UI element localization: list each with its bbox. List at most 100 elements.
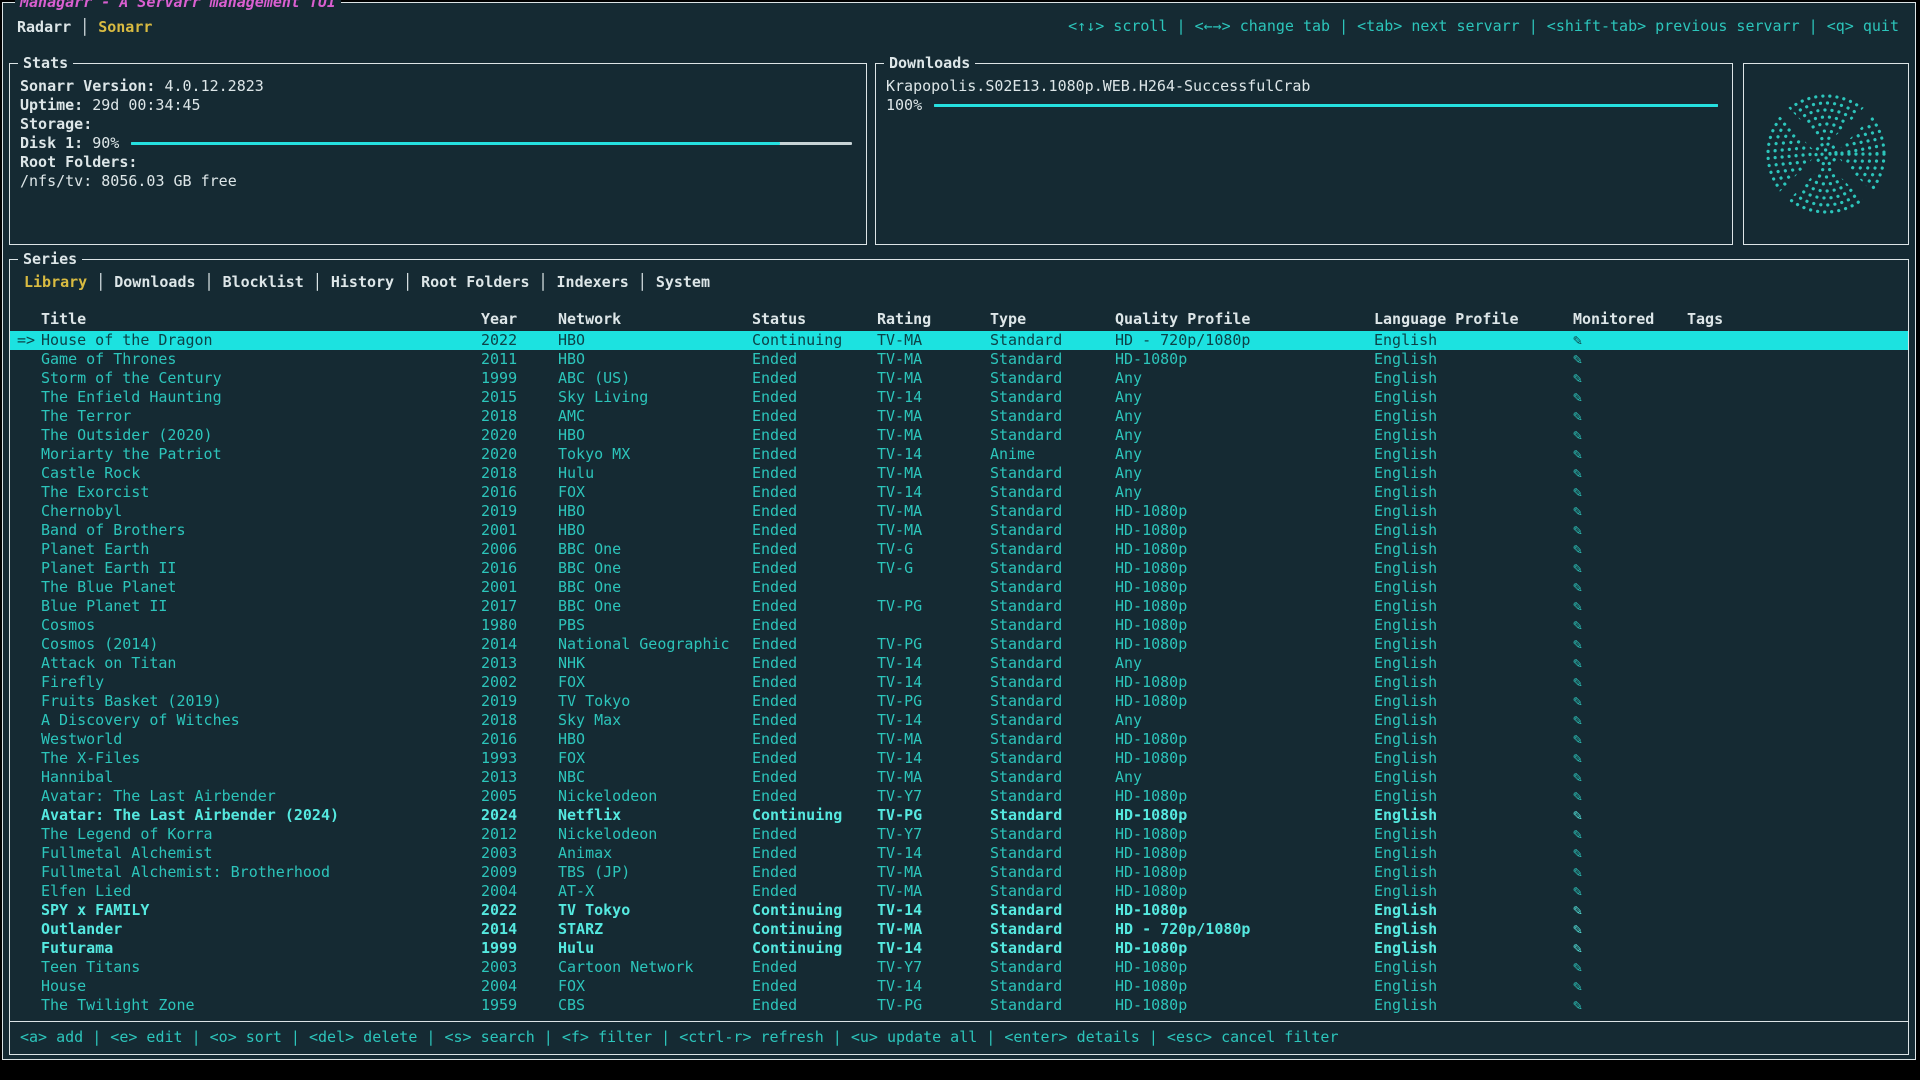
table-row[interactable]: Outlander 2014 STARZ Continuing TV-MA St… bbox=[10, 920, 1908, 939]
monitored-icon: ✎ bbox=[1573, 882, 1687, 901]
cell-rating: TV-MA bbox=[877, 521, 990, 540]
table-row[interactable]: Fullmetal Alchemist: Brotherhood 2009 TB… bbox=[10, 863, 1908, 882]
table-row[interactable]: Westworld 2016 HBO Ended TV-MA Standard … bbox=[10, 730, 1908, 749]
table-row[interactable]: Castle Rock 2018 Hulu Ended TV-MA Standa… bbox=[10, 464, 1908, 483]
selection-indicator bbox=[10, 464, 41, 483]
table-row[interactable]: The Outsider (2020) 2020 HBO Ended TV-MA… bbox=[10, 426, 1908, 445]
cell-year: 2024 bbox=[481, 806, 558, 825]
cell-type: Standard bbox=[990, 749, 1115, 768]
table-row[interactable]: Band of Brothers 2001 HBO Ended TV-MA St… bbox=[10, 521, 1908, 540]
cell-type: Standard bbox=[990, 616, 1115, 635]
cell-tags bbox=[1687, 331, 1908, 350]
table-row[interactable]: The Twilight Zone 1959 CBS Ended TV-PG S… bbox=[10, 996, 1908, 1015]
table-row[interactable]: => House of the Dragon 2022 HBO Continui… bbox=[10, 331, 1908, 350]
storage-label: Storage: bbox=[20, 115, 92, 134]
tab-radarr[interactable]: Radarr bbox=[17, 17, 71, 37]
tab-system[interactable]: System bbox=[656, 272, 710, 292]
cell-title: Game of Thrones bbox=[41, 350, 481, 369]
selection-indicator bbox=[10, 844, 41, 863]
table-row[interactable]: Hannibal 2013 NBC Ended TV-MA Standard A… bbox=[10, 768, 1908, 787]
table-row[interactable]: Teen Titans 2003 Cartoon Network Ended T… bbox=[10, 958, 1908, 977]
monitored-icon: ✎ bbox=[1573, 863, 1687, 882]
monitored-icon: ✎ bbox=[1573, 844, 1687, 863]
table-row[interactable]: Fruits Basket (2019) 2019 TV Tokyo Ended… bbox=[10, 692, 1908, 711]
table-row[interactable]: Game of Thrones 2011 HBO Ended TV-MA Sta… bbox=[10, 350, 1908, 369]
sonarr-version-label: Sonarr Version: bbox=[20, 77, 155, 96]
cell-title: House bbox=[41, 977, 481, 996]
stats-storage-line: Storage: bbox=[20, 115, 854, 134]
table-row[interactable]: Avatar: The Last Airbender (2024) 2024 N… bbox=[10, 806, 1908, 825]
selection-indicator bbox=[10, 692, 41, 711]
cell-network: HBO bbox=[558, 426, 752, 445]
table-row[interactable]: The Legend of Korra 2012 Nickelodeon End… bbox=[10, 825, 1908, 844]
table-row[interactable]: The X-Files 1993 FOX Ended TV-14 Standar… bbox=[10, 749, 1908, 768]
cell-status: Ended bbox=[752, 863, 877, 882]
cell-year: 2013 bbox=[481, 654, 558, 673]
cell-network: National Geographic bbox=[558, 635, 752, 654]
cell-year: 2019 bbox=[481, 502, 558, 521]
cell-title: Elfen Lied bbox=[41, 882, 481, 901]
table-row[interactable]: Firefly 2002 FOX Ended TV-14 Standard HD… bbox=[10, 673, 1908, 692]
cell-title: The Terror bbox=[41, 407, 481, 426]
table-row[interactable]: Futurama 1999 Hulu Continuing TV-14 Stan… bbox=[10, 939, 1908, 958]
table-row[interactable]: Avatar: The Last Airbender 2005 Nickelod… bbox=[10, 787, 1908, 806]
selection-indicator bbox=[10, 502, 41, 521]
table-row[interactable]: Cosmos 1980 PBS Ended Standard HD-1080p … bbox=[10, 616, 1908, 635]
table-row[interactable]: Blue Planet II 2017 BBC One Ended TV-PG … bbox=[10, 597, 1908, 616]
table-row[interactable]: The Terror 2018 AMC Ended TV-MA Standard… bbox=[10, 407, 1908, 426]
table-row[interactable]: Planet Earth 2006 BBC One Ended TV-G Sta… bbox=[10, 540, 1908, 559]
tab-history[interactable]: History bbox=[331, 272, 394, 292]
cell-year: 2016 bbox=[481, 483, 558, 502]
table-row[interactable]: Elfen Lied 2004 AT-X Ended TV-MA Standar… bbox=[10, 882, 1908, 901]
cell-rating: TV-Y7 bbox=[877, 787, 990, 806]
stats-body: Sonarr Version: 4.0.12.2823 Uptime: 29d … bbox=[10, 64, 866, 191]
tab-separator: │ bbox=[638, 272, 647, 292]
cell-title: Planet Earth II bbox=[41, 559, 481, 578]
table-row[interactable]: The Enfield Haunting 2015 Sky Living End… bbox=[10, 388, 1908, 407]
tab-blocklist[interactable]: Blocklist bbox=[223, 272, 304, 292]
selection-indicator bbox=[10, 483, 41, 502]
tab-root-folders[interactable]: Root Folders bbox=[421, 272, 529, 292]
tab-sonarr[interactable]: Sonarr bbox=[98, 17, 152, 37]
cell-rating: TV-14 bbox=[877, 901, 990, 920]
table-row[interactable]: Chernobyl 2019 HBO Ended TV-MA Standard … bbox=[10, 502, 1908, 521]
cell-tags bbox=[1687, 882, 1908, 901]
cell-tags bbox=[1687, 578, 1908, 597]
cell-title: Blue Planet II bbox=[41, 597, 481, 616]
cell-status: Ended bbox=[752, 654, 877, 673]
cell-language-profile: English bbox=[1374, 692, 1573, 711]
table-row[interactable]: Attack on Titan 2013 NHK Ended TV-14 Sta… bbox=[10, 654, 1908, 673]
monitored-icon: ✎ bbox=[1573, 331, 1687, 350]
table-row[interactable]: Storm of the Century 1999 ABC (US) Ended… bbox=[10, 369, 1908, 388]
cell-language-profile: English bbox=[1374, 958, 1573, 977]
table-row[interactable]: Fullmetal Alchemist 2003 Animax Ended TV… bbox=[10, 844, 1908, 863]
managarr-app: Managarr - A Servarr management TUI Rada… bbox=[2, 2, 1916, 1060]
tab-downloads[interactable]: Downloads bbox=[114, 272, 195, 292]
tab-indexers[interactable]: Indexers bbox=[557, 272, 629, 292]
cell-status: Continuing bbox=[752, 920, 877, 939]
selection-indicator bbox=[10, 635, 41, 654]
table-row[interactable]: The Exorcist 2016 FOX Ended TV-14 Standa… bbox=[10, 483, 1908, 502]
table-row[interactable]: House 2004 FOX Ended TV-14 Standard HD-1… bbox=[10, 977, 1908, 996]
cell-language-profile: English bbox=[1374, 673, 1573, 692]
monitored-icon: ✎ bbox=[1573, 540, 1687, 559]
cell-type: Standard bbox=[990, 464, 1115, 483]
table-row[interactable]: Planet Earth II 2016 BBC One Ended TV-G … bbox=[10, 559, 1908, 578]
cell-status: Ended bbox=[752, 977, 877, 996]
tab-library[interactable]: Library bbox=[24, 272, 87, 292]
downloads-panel: Downloads Krapopolis.S02E13.1080p.WEB.H2… bbox=[875, 63, 1733, 245]
table-row[interactable]: Moriarty the Patriot 2020 Tokyo MX Ended… bbox=[10, 445, 1908, 464]
cell-quality-profile: HD-1080p bbox=[1115, 635, 1374, 654]
series-tabs: Library│Downloads│Blocklist│History│Root… bbox=[24, 272, 719, 292]
table-row[interactable]: Cosmos (2014) 2014 National Geographic E… bbox=[10, 635, 1908, 654]
table-row[interactable]: SPY x FAMILY 2022 TV Tokyo Continuing TV… bbox=[10, 901, 1908, 920]
cell-network: BBC One bbox=[558, 578, 752, 597]
cell-network: Animax bbox=[558, 844, 752, 863]
monitored-icon: ✎ bbox=[1573, 559, 1687, 578]
cell-title: Cosmos bbox=[41, 616, 481, 635]
table-row[interactable]: The Blue Planet 2001 BBC One Ended Stand… bbox=[10, 578, 1908, 597]
tab-separator: │ bbox=[539, 272, 548, 292]
table-row[interactable]: A Discovery of Witches 2018 Sky Max Ende… bbox=[10, 711, 1908, 730]
cell-tags bbox=[1687, 692, 1908, 711]
cell-title: Firefly bbox=[41, 673, 481, 692]
